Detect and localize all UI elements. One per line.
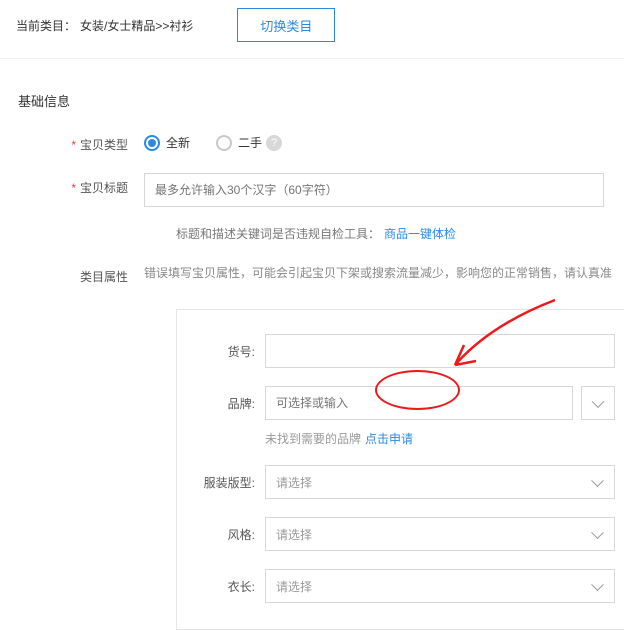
row-title: *宝贝标题 <box>32 171 624 207</box>
attr-row-length: 衣长: 请选择 <box>197 569 615 603</box>
attr-row-fit: 服装版型: 请选择 <box>197 465 615 499</box>
item-title-input[interactable] <box>144 173 604 207</box>
brand-dropdown-button[interactable] <box>581 386 615 420</box>
section-title-basic-info: 基础信息 <box>0 59 624 128</box>
radio-label-used: 二手 <box>238 134 262 151</box>
item-type-used-radio[interactable]: 二手 ? <box>216 134 282 151</box>
sku-input[interactable] <box>265 334 615 368</box>
attribute-panel: 货号: 品牌: 未找到需要的品牌点击申请 服装版型: 请选择 风格: 请选择 衣… <box>176 309 624 630</box>
item-type-new-radio[interactable]: 全新 <box>144 134 190 151</box>
radio-selected-icon <box>144 135 160 151</box>
required-star: * <box>71 138 76 152</box>
brand-apply-link[interactable]: 点击申请 <box>365 432 413 446</box>
title-check-link[interactable]: 商品一键体检 <box>384 227 456 241</box>
attr-label-fit: 服装版型: <box>197 474 265 491</box>
title-hint: 标题和描述关键词是否违规自检工具：商品一键体检 <box>32 215 624 242</box>
brand-hint: 未找到需要的品牌点击申请 <box>265 430 615 447</box>
fit-select[interactable]: 请选择 <box>265 465 615 499</box>
label-title: *宝贝标题 <box>32 171 144 196</box>
attr-label-sku: 货号: <box>197 343 265 360</box>
category-topbar: 当前类目： 女装/女士精品>>衬衫 切换类目 <box>0 0 624 59</box>
label-category-attr: 类目属性 <box>32 260 144 285</box>
required-star: * <box>71 181 76 195</box>
label-item-type: *宝贝类型 <box>32 128 144 153</box>
row-item-type: *宝贝类型 全新 二手 ? <box>32 128 624 153</box>
brand-input[interactable] <box>265 386 573 420</box>
attr-row-style: 风格: 请选择 <box>197 517 615 551</box>
radio-unselected-icon <box>216 135 232 151</box>
style-select[interactable]: 请选择 <box>265 517 615 551</box>
category-attr-warning: 错误填写宝贝属性，可能会引起宝贝下架或搜索流量减少，影响您的正常销售，请认真准 <box>144 260 624 291</box>
help-icon[interactable]: ? <box>266 135 282 151</box>
current-category-label: 当前类目： <box>16 17 76 34</box>
length-select[interactable]: 请选择 <box>265 569 615 603</box>
attr-label-length: 衣长: <box>197 578 265 595</box>
attr-row-sku: 货号: <box>197 334 615 368</box>
form-area: *宝贝类型 全新 二手 ? *宝贝标题 标题和描述关键词是否违规自检工具：商品一… <box>0 128 624 630</box>
attr-label-style: 风格: <box>197 526 265 543</box>
switch-category-button[interactable]: 切换类目 <box>237 8 335 42</box>
current-category-path: 女装/女士精品>>衬衫 <box>80 17 193 34</box>
item-type-radio-group: 全新 二手 ? <box>144 128 624 151</box>
attr-row-brand: 品牌: 未找到需要的品牌点击申请 <box>197 386 615 447</box>
title-control <box>144 171 624 207</box>
radio-label-new: 全新 <box>166 134 190 151</box>
row-category-attr: 类目属性 错误填写宝贝属性，可能会引起宝贝下架或搜索流量减少，影响您的正常销售，… <box>32 260 624 291</box>
attr-label-brand: 品牌: <box>197 395 265 412</box>
